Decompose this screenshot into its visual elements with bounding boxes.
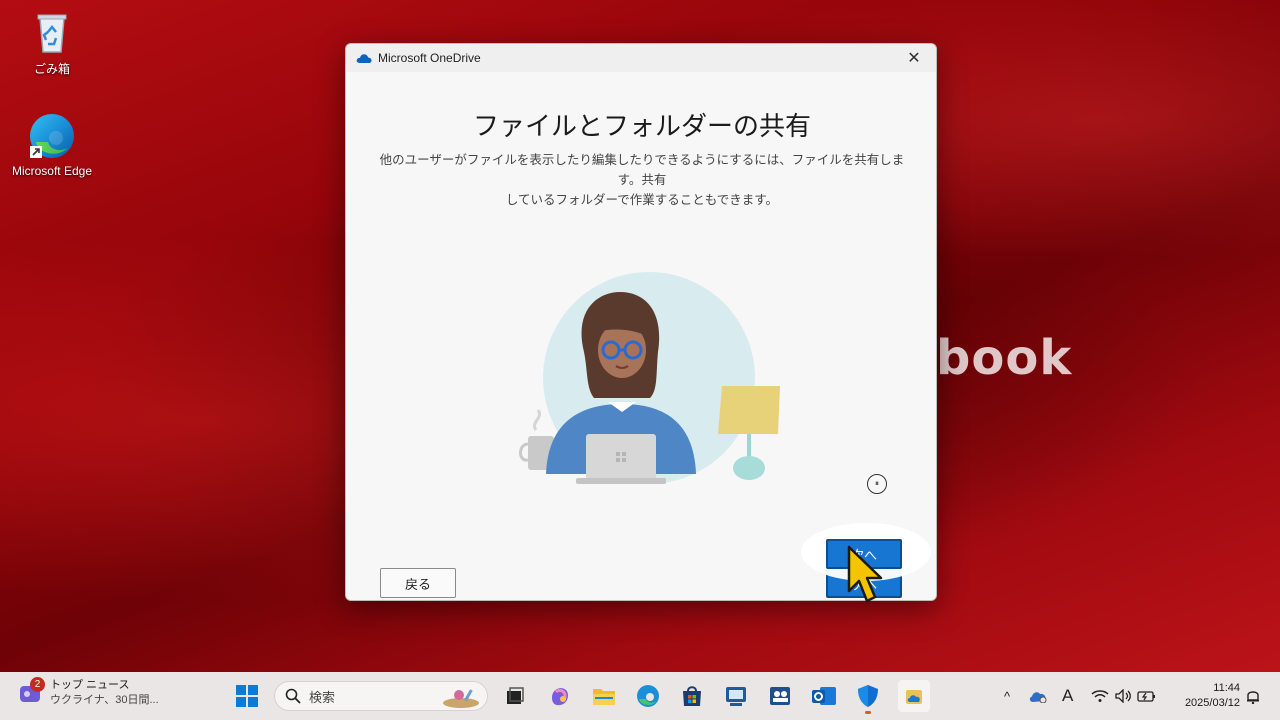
recycle-bin-icon [28, 8, 76, 56]
dialog-titlebar[interactable]: Microsoft OneDrive [346, 44, 936, 72]
file-explorer-icon[interactable] [590, 682, 618, 710]
dialog-title: Microsoft OneDrive [378, 51, 481, 65]
lamp-illustration [718, 386, 780, 480]
wallpaper-brand-text: book [936, 330, 1073, 386]
system-tray: ^ A [996, 672, 1157, 720]
desktop-icon-label: Microsoft Edge [11, 164, 93, 178]
edge-taskbar-icon[interactable] [634, 682, 662, 710]
teams-icon[interactable] [766, 682, 794, 710]
pause-icon: ⏸ [875, 479, 879, 488]
desktop-icon-label: ごみ箱 [33, 62, 70, 76]
copilot-icon[interactable] [546, 682, 574, 710]
clock-date: 2025/03/12 [1184, 697, 1240, 709]
news-widget[interactable]: 2 トップ ニュース ウクライナ、30日間... [18, 677, 159, 708]
battery-icon[interactable] [1137, 689, 1157, 703]
desktop-icon-recycle-bin[interactable]: ごみ箱 [10, 8, 94, 77]
edge-icon [28, 112, 76, 160]
laptop-illustration [576, 434, 666, 484]
dialog-heading: ファイルとフォルダーの共有 [472, 111, 811, 141]
outlook-icon[interactable] [810, 682, 838, 710]
pause-animation-button[interactable]: ⏸ [867, 474, 887, 494]
pointer-cursor-icon [847, 545, 883, 603]
onedrive-setup-dialog: Microsoft OneDrive ✕ ファイルとフォルダーの共有 他のユーザ… [345, 43, 937, 601]
wifi-icon[interactable] [1091, 689, 1109, 703]
security-shield-icon[interactable] [854, 682, 882, 714]
taskbar: 2 トップ ニュース ウクライナ、30日間... 検索 ^ A 11:44 20… [0, 672, 1280, 720]
sharing-illustration [519, 272, 780, 484]
news-badge: 2 [30, 677, 45, 692]
search-highlight-icon [443, 689, 479, 708]
ime-mode-indicator[interactable]: A [1062, 686, 1073, 706]
search-icon [285, 688, 301, 704]
onedrive-tray-icon[interactable] [1028, 689, 1048, 703]
news-widget-icon: 2 [18, 677, 45, 706]
close-button[interactable]: ✕ [898, 46, 930, 70]
windows-start-icon[interactable] [233, 682, 261, 710]
running-indicator [865, 711, 871, 714]
tray-overflow-chevron-icon[interactable]: ^ [996, 689, 1018, 704]
notification-bell-icon[interactable] [1245, 688, 1261, 704]
dialog-description: 他のユーザーがファイルを表示したり編集したりできるようにするには、ファイルを共有… [376, 150, 908, 210]
description-line-1: 他のユーザーがファイルを表示したり編集したりできるようにするには、ファイルを共有… [379, 153, 905, 187]
task-view-icon[interactable] [501, 682, 529, 710]
clock-time: 11:44 [1213, 682, 1240, 694]
volume-icon[interactable] [1115, 689, 1133, 703]
description-line-2: しているフォルダーで作業することもできます。 [505, 193, 779, 207]
store-icon[interactable] [678, 682, 706, 710]
taskbar-search-box[interactable]: 検索 [274, 681, 488, 711]
onedrive-cloud-icon [356, 54, 372, 63]
taskbar-clock[interactable]: 11:44 2025/03/12 [1174, 681, 1240, 711]
close-icon: ✕ [907, 50, 921, 67]
back-button[interactable]: 戻る [380, 568, 456, 598]
desktop-icon-edge[interactable]: Microsoft Edge [10, 112, 94, 178]
search-placeholder: 検索 [309, 689, 336, 705]
news-title: トップ ニュース [50, 679, 130, 691]
dialog-content: ファイルとフォルダーの共有 他のユーザーがファイルを表示したり編集したりできるよ… [346, 72, 936, 600]
news-subtitle: ウクライナ、30日間... [50, 694, 159, 706]
onedrive-setup-icon[interactable] [898, 680, 930, 712]
monitor-app-icon[interactable] [722, 682, 750, 710]
